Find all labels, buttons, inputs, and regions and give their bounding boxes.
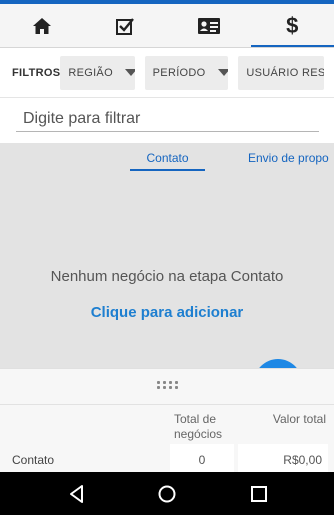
summary-row-total: 0 <box>170 444 234 473</box>
tab-activities[interactable] <box>84 4 168 47</box>
user-filter-label: USUÁRIO RESPO <box>246 66 325 79</box>
tab-contacts[interactable] <box>167 4 251 47</box>
empty-message: Nenhum negócio na etapa Contato <box>50 268 284 285</box>
contact-card-icon <box>197 17 220 34</box>
drag-handle-icon[interactable] <box>157 381 179 391</box>
chevron-down-icon <box>124 69 135 76</box>
top-tab-bar: $ <box>0 4 334 48</box>
summary-row-label: Contato <box>12 453 55 467</box>
column-header-value: Valor total <box>272 412 326 426</box>
user-filter[interactable]: USUÁRIO RESPO <box>238 55 325 90</box>
stage-tabs: Contato Envio de propo <box>0 143 334 171</box>
search-input[interactable] <box>16 106 319 132</box>
period-filter-label: PERÍODO <box>152 66 206 79</box>
home-icon <box>32 17 51 34</box>
region-filter[interactable]: REGIÃO <box>60 55 135 90</box>
add-deal-link[interactable]: Clique para adicionar <box>0 304 334 321</box>
stage-tab-envio-proposta[interactable]: Envio de propo <box>248 151 329 165</box>
recents-icon[interactable] <box>248 483 270 505</box>
summary-row-value: R$0,00 <box>238 444 328 473</box>
home-circle-icon[interactable] <box>156 483 178 505</box>
filters-label: FILTROS <box>12 66 61 79</box>
chevron-down-icon <box>217 69 229 76</box>
tab-deals[interactable]: $ <box>250 4 334 47</box>
dollar-icon: $ <box>286 12 299 38</box>
filter-bar: FILTROS REGIÃO PERÍODO USUÁRIO RESPO <box>0 48 334 98</box>
column-header-total: Total de negócios <box>174 412 223 441</box>
checkbox-icon <box>116 17 135 35</box>
divider <box>0 404 334 405</box>
back-icon[interactable] <box>66 483 88 505</box>
region-filter-label: REGIÃO <box>68 66 113 79</box>
search-area <box>0 98 334 143</box>
period-filter[interactable]: PERÍODO <box>144 55 229 90</box>
stage-tab-contato[interactable]: Contato <box>130 151 205 171</box>
empty-state: Nenhum negócio na etapa Contato Clique p… <box>0 171 334 407</box>
tab-home[interactable] <box>0 4 84 47</box>
summary-sheet: Total de negócios Valor total Contato 0 … <box>0 368 334 473</box>
android-nav-bar <box>0 472 334 515</box>
